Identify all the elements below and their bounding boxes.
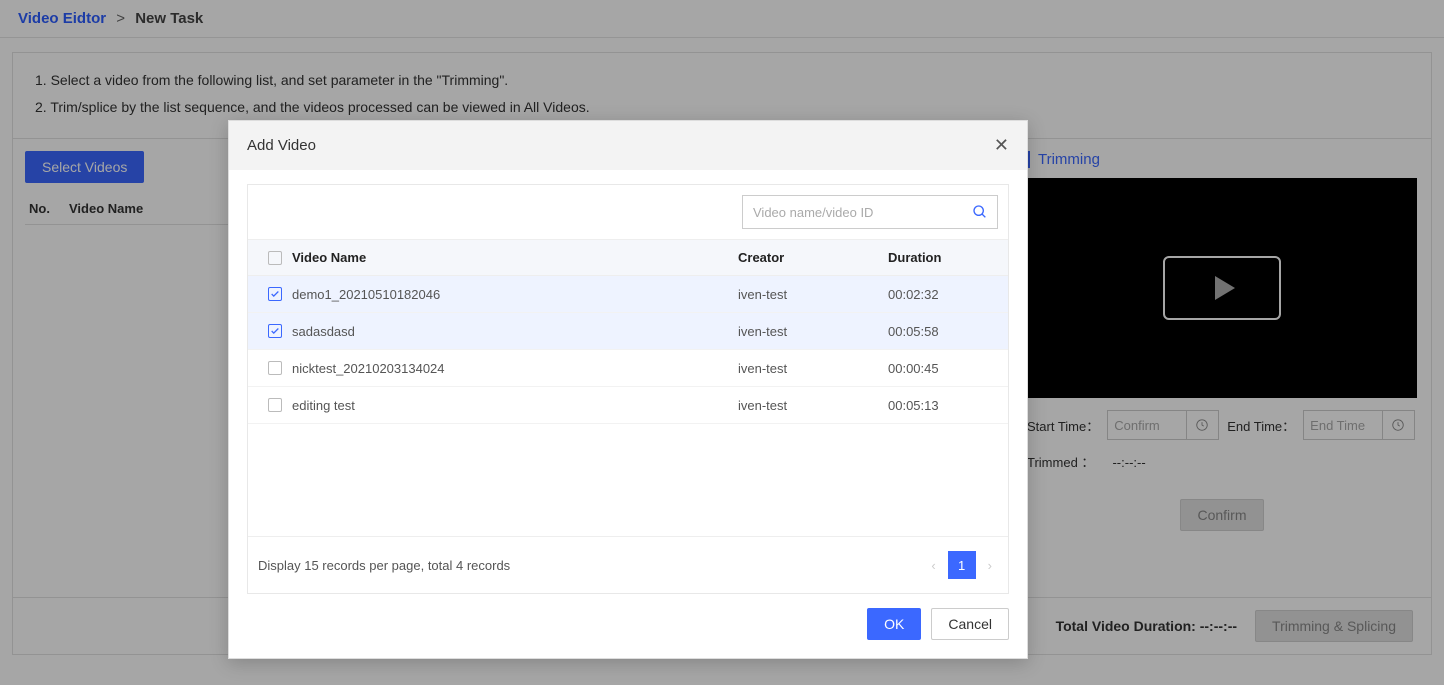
- trimming-panel: Trimming Start Time： End Time：: [1017, 139, 1431, 597]
- breadcrumb-parent[interactable]: Video Eidtor: [18, 10, 106, 27]
- clock-icon: [1195, 418, 1209, 432]
- row-creator: iven-test: [738, 287, 888, 302]
- breadcrumb-current: New Task: [135, 10, 203, 27]
- modal-ok-button[interactable]: OK: [867, 608, 921, 640]
- chevron-right-icon: ›: [988, 558, 992, 573]
- row-creator: iven-test: [738, 324, 888, 339]
- total-duration-value: --:--:--: [1200, 618, 1237, 634]
- row-video-name: editing test: [292, 398, 738, 413]
- row-creator: iven-test: [738, 361, 888, 376]
- breadcrumb: Video Eidtor > New Task: [0, 0, 1444, 38]
- pager-prev[interactable]: ‹: [925, 554, 941, 577]
- modal-title: Add Video: [247, 137, 316, 154]
- play-button[interactable]: [1163, 256, 1281, 320]
- row-duration: 00:00:45: [888, 361, 998, 376]
- start-time-label: Start Time：: [1027, 416, 1099, 435]
- trimming-splicing-button[interactable]: Trimming & Splicing: [1255, 610, 1413, 642]
- list-col-no: No.: [29, 201, 69, 216]
- table-header: Video Name Creator Duration: [248, 239, 1008, 276]
- row-duration: 00:05:58: [888, 324, 998, 339]
- row-checkbox[interactable]: [268, 324, 282, 338]
- table-row[interactable]: demo1_20210510182046iven-test00:02:32: [248, 276, 1008, 313]
- trim-confirm-button[interactable]: Confirm: [1180, 499, 1263, 531]
- pager: ‹ 1 ›: [925, 551, 998, 579]
- start-time-input-wrap[interactable]: [1107, 410, 1219, 440]
- pager-page-current[interactable]: 1: [948, 551, 976, 579]
- table-row[interactable]: sadasdasdiven-test00:05:58: [248, 313, 1008, 350]
- breadcrumb-sep: >: [116, 10, 125, 27]
- trimmed-label: Trimmed ：: [1027, 455, 1094, 470]
- row-video-name: nicktest_20210203134024: [292, 361, 738, 376]
- table-empty-fill: [248, 424, 1008, 536]
- pager-summary: Display 15 records per page, total 4 rec…: [258, 558, 510, 573]
- video-preview[interactable]: [1027, 178, 1417, 398]
- clock-icon: [1391, 418, 1405, 432]
- select-videos-button[interactable]: Select Videos: [25, 151, 144, 183]
- row-duration: 00:05:13: [888, 398, 998, 413]
- start-time-input[interactable]: [1108, 411, 1186, 439]
- instruction-line-2: 2. Trim/splice by the list sequence, and…: [35, 94, 1409, 121]
- row-duration: 00:02:32: [888, 287, 998, 302]
- checkbox-all[interactable]: [268, 251, 282, 265]
- add-video-modal: Add Video ✕ Video Name Creator Duration …: [228, 120, 1028, 659]
- end-time-clock-button[interactable]: [1382, 411, 1412, 439]
- end-time-input[interactable]: [1304, 411, 1382, 439]
- modal-cancel-button[interactable]: Cancel: [931, 608, 1009, 640]
- trimming-title: Trimming: [1027, 151, 1417, 168]
- table-row[interactable]: editing testiven-test00:05:13: [248, 387, 1008, 424]
- search-button[interactable]: [963, 196, 997, 228]
- row-video-name: demo1_20210510182046: [292, 287, 738, 302]
- row-checkbox[interactable]: [268, 398, 282, 412]
- start-time-clock-button[interactable]: [1186, 411, 1216, 439]
- search-input[interactable]: [743, 196, 963, 228]
- row-video-name: sadasdasd: [292, 324, 738, 339]
- col-video-name: Video Name: [292, 250, 738, 265]
- col-duration: Duration: [888, 250, 998, 265]
- row-checkbox[interactable]: [268, 361, 282, 375]
- end-time-label: End Time：: [1227, 416, 1295, 435]
- row-checkbox[interactable]: [268, 287, 282, 301]
- modal-close-button[interactable]: ✕: [994, 135, 1009, 156]
- search-icon: [972, 204, 988, 220]
- pager-next[interactable]: ›: [982, 554, 998, 577]
- row-creator: iven-test: [738, 398, 888, 413]
- chevron-left-icon: ‹: [931, 558, 935, 573]
- col-creator: Creator: [738, 250, 888, 265]
- trimmed-value: --:--:--: [1112, 455, 1145, 470]
- play-icon: [1215, 276, 1235, 300]
- instruction-line-1: 1. Select a video from the following lis…: [35, 67, 1409, 94]
- search-box[interactable]: [742, 195, 998, 229]
- end-time-input-wrap[interactable]: [1303, 410, 1415, 440]
- close-icon: ✕: [994, 135, 1009, 155]
- table-row[interactable]: nicktest_20210203134024iven-test00:00:45: [248, 350, 1008, 387]
- total-duration-label: Total Video Duration:: [1056, 618, 1196, 634]
